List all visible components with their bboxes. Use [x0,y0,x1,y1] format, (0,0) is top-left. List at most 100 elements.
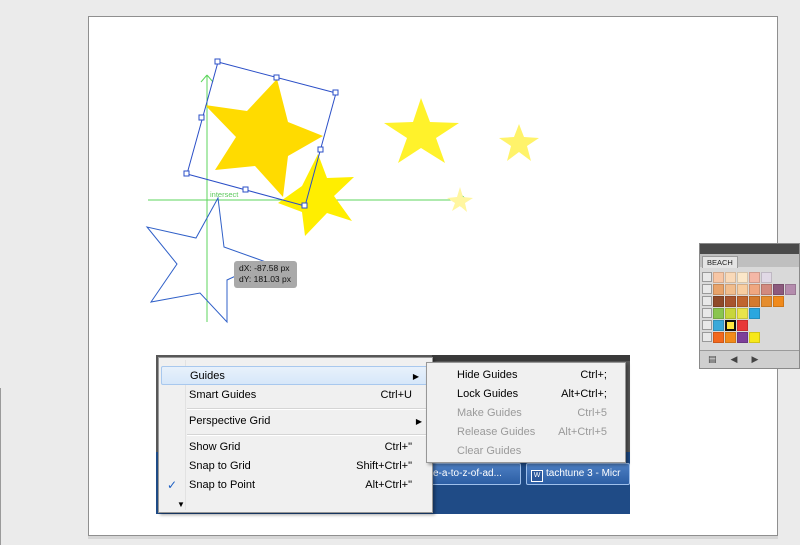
menu-item-perspective-grid[interactable]: Perspective Grid ▶ [159,412,432,431]
swatch-group-folder-icon[interactable] [702,308,712,318]
swatch[interactable] [725,284,736,295]
swatch[interactable] [749,332,760,343]
swatch[interactable] [785,284,796,295]
menu-item-clear-guides[interactable]: Clear Guides [427,442,625,461]
handle [317,146,324,153]
swatch[interactable] [737,284,748,295]
menu-item-make-guides[interactable]: Make Guides Ctrl+5 [427,404,625,423]
measure-dy: dY: 181.03 px [239,274,291,284]
tab-beach[interactable]: BEACH [702,256,738,268]
taskbar-backdrop-edge [432,355,630,361]
measure-dx: dX: -87.58 px [239,263,290,273]
swatch[interactable] [773,296,784,307]
menu-separator [187,434,430,436]
panel-footer: ▤ ◀ ▶ [700,350,799,368]
handle [332,89,339,96]
handle [183,170,190,177]
swatch[interactable] [749,284,760,295]
menu-item-smart-guides[interactable]: Smart Guides Ctrl+U [159,386,432,405]
star-small-faded [447,187,473,212]
swatch[interactable] [725,332,736,343]
swatch[interactable] [713,332,724,343]
context-menu[interactable]: Guides ▶ Smart Guides Ctrl+U Perspective… [158,357,433,513]
swatch[interactable] [713,308,724,319]
menu-item-shortcut: Alt+Ctrl+" [365,479,412,491]
swatch-group-folder-icon[interactable] [702,320,712,330]
menu-item-shortcut: Alt+Ctrl+; [561,388,607,400]
swatch[interactable] [725,320,736,331]
handle [301,202,308,209]
swatch[interactable] [737,272,748,283]
swatch[interactable] [713,272,724,283]
taskbar-button-word-label: tachtune 3 - Micr [546,468,621,479]
menu-item-snap-to-point[interactable]: ✓ Snap to Point Alt+Ctrl+" [159,476,432,495]
swatch-group-folder-icon[interactable] [702,272,712,282]
swatch[interactable] [737,332,748,343]
menu-item-guides[interactable]: Guides ▶ [161,366,430,385]
taskbar-button-word[interactable]: Wtachtune 3 - Micr [526,463,630,485]
menu-item-label: Hide Guides [457,369,518,381]
menu-item-label: Smart Guides [189,389,257,401]
swatch[interactable] [713,320,724,331]
swatch[interactable] [725,308,736,319]
swatch[interactable] [761,284,772,295]
menu-item-shortcut: Ctrl+" [384,441,412,453]
menu-item-hide-guides[interactable]: Hide Guides Ctrl+; [427,366,625,385]
swatch[interactable] [713,284,724,295]
menu-item-label: Guides [190,370,225,382]
swatch[interactable] [713,296,724,307]
smart-guide-label: intersect [210,190,239,199]
swatch[interactable] [737,320,748,331]
handle [242,186,249,193]
swatch[interactable] [749,308,760,319]
swatch[interactable] [761,272,772,283]
swatch[interactable] [725,296,736,307]
swatch[interactable] [737,308,748,319]
swatch-group-folder-icon[interactable] [702,284,712,294]
menu-item-label: Clear Guides [457,445,522,457]
swatch[interactable] [737,296,748,307]
word-icon: W [531,470,543,482]
swatch[interactable] [725,272,736,283]
previous-library-icon[interactable]: ◀ [731,354,738,365]
swatch-row [702,296,797,307]
menu-item-label: Show Grid [189,441,241,453]
menu-item-lock-guides[interactable]: Lock Guides Alt+Ctrl+; [427,385,625,404]
star-pale [499,124,539,161]
menu-item-shortcut: Shift+Ctrl+" [356,460,412,472]
swatch-grid [702,272,797,344]
menu-item-snap-to-grid[interactable]: Snap to Grid Shift+Ctrl+" [159,457,432,476]
swatch-row [702,332,797,343]
menu-item-show-grid[interactable]: Show Grid Ctrl+" [159,438,432,457]
more-items-chevron-icon[interactable]: ▼ [177,500,185,509]
swatch-row [702,308,797,319]
swatch-row [702,284,797,295]
star-main [205,79,323,197]
guide-arrow-a [200,74,208,83]
menu-item-label: Perspective Grid [189,415,271,427]
swatch-group-folder-icon[interactable] [702,332,712,342]
panel-tabs: BEACH [700,254,799,268]
guides-submenu[interactable]: Hide Guides Ctrl+; Lock Guides Alt+Ctrl+… [426,362,626,463]
menu-item-shortcut: Ctrl+; [580,369,607,381]
submenu-arrow-icon: ▶ [415,417,422,426]
next-library-icon[interactable]: ▶ [751,354,758,365]
measurement-tooltip: dX: -87.58 px dY: 181.03 px [234,261,297,288]
menu-item-label: Snap to Point [189,479,256,491]
swatch-library-panel[interactable]: BEACH ▤ ◀ ▶ [699,243,800,369]
swatch[interactable] [773,284,784,295]
taskbar-button-browser[interactable]: e-a-to-z-of-ad... [428,463,521,485]
handle [273,74,280,81]
menu-item-shortcut: Ctrl+U [380,389,412,401]
panel-titlebar[interactable] [700,244,799,254]
menu-separator [187,408,430,410]
swatch-group-folder-icon[interactable] [702,296,712,306]
swatch-row [702,272,797,283]
menu-item-label: Release Guides [457,426,536,438]
menu-item-release-guides[interactable]: Release Guides Alt+Ctrl+5 [427,423,625,442]
swatch[interactable] [761,296,772,307]
menu-item-shortcut: Alt+Ctrl+5 [558,426,607,438]
swatch[interactable] [749,296,760,307]
swatch[interactable] [749,272,760,283]
library-menu-icon[interactable]: ▤ [708,354,717,365]
